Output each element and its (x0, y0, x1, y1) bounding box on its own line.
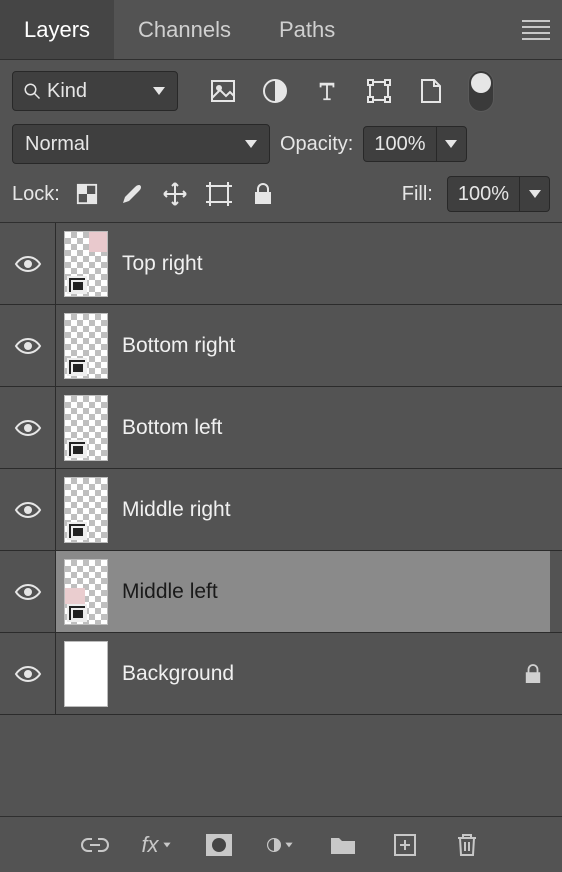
layer-thumbnail[interactable] (64, 231, 108, 297)
filter-toggle[interactable] (468, 70, 494, 112)
new-layer-icon[interactable] (391, 831, 419, 859)
layer-row[interactable]: Background (0, 633, 562, 715)
layer-body[interactable]: Bottom left (56, 387, 550, 468)
visibility-toggle[interactable] (0, 633, 56, 714)
layer-thumbnail[interactable] (64, 313, 108, 379)
blend-mode-select[interactable]: Normal (12, 124, 270, 164)
add-mask-icon[interactable] (205, 831, 233, 859)
lock-artboard-icon[interactable] (206, 181, 232, 207)
link-layers-icon[interactable] (81, 831, 109, 859)
layer-row[interactable]: Middle right (0, 469, 562, 551)
lock-row: Lock: Fill: 100% (0, 172, 562, 223)
tab-label: Channels (138, 17, 231, 43)
tab-paths[interactable]: Paths (255, 0, 359, 59)
layer-body[interactable]: Bottom right (56, 305, 550, 386)
layer-body[interactable]: Middle left (56, 551, 550, 632)
lock-all-icon[interactable] (250, 181, 276, 207)
filter-type-icons (210, 78, 444, 104)
opacity-value[interactable]: 100% (363, 126, 436, 162)
fill-label: Fill: (402, 183, 433, 206)
filter-smartobject-icon[interactable] (418, 78, 444, 104)
filter-kind-label: Kind (47, 80, 87, 103)
tab-channels[interactable]: Channels (114, 0, 255, 59)
chevron-down-icon (245, 140, 257, 148)
chevron-down-icon (529, 190, 541, 198)
chevron-down-icon (153, 87, 165, 95)
layer-thumbnail[interactable] (64, 641, 108, 707)
layer-thumbnail[interactable] (64, 395, 108, 461)
layer-name[interactable]: Middle right (122, 498, 231, 522)
layer-body[interactable]: Top right (56, 223, 550, 304)
visibility-toggle[interactable] (0, 551, 56, 632)
panel-tabs: Layers Channels Paths (0, 0, 562, 60)
layer-thumbnail[interactable] (64, 477, 108, 543)
blend-row: Normal Opacity: 100% (0, 118, 562, 172)
fill-dropdown[interactable] (520, 176, 550, 212)
layer-row[interactable]: Top right (0, 223, 562, 305)
layer-row[interactable]: Bottom left (0, 387, 562, 469)
bottom-bar: fx (0, 816, 562, 872)
layer-body[interactable]: Middle right (56, 469, 550, 550)
layer-name[interactable]: Bottom right (122, 334, 235, 358)
layer-name[interactable]: Bottom left (122, 416, 222, 440)
layer-thumbnail[interactable] (64, 559, 108, 625)
search-icon (23, 82, 41, 100)
layer-fx-icon[interactable]: fx (143, 831, 171, 859)
lock-position-icon[interactable] (162, 181, 188, 207)
smart-object-badge-icon (67, 276, 87, 294)
smart-object-badge-icon (67, 358, 87, 376)
layer-name[interactable]: Background (122, 662, 234, 686)
panel-menu-icon[interactable] (522, 20, 550, 40)
smart-object-badge-icon (67, 440, 87, 458)
lock-image-pixels-icon[interactable] (118, 181, 144, 207)
blend-mode-value: Normal (25, 133, 89, 156)
layer-body[interactable]: Background (56, 633, 550, 714)
layer-row[interactable]: Bottom right (0, 305, 562, 387)
opacity-dropdown[interactable] (437, 126, 467, 162)
filter-type-icon[interactable] (314, 78, 340, 104)
layer-row[interactable]: Middle left (0, 551, 562, 633)
filter-image-icon[interactable] (210, 78, 236, 104)
tab-label: Layers (24, 17, 90, 43)
new-group-icon[interactable] (329, 831, 357, 859)
visibility-toggle[interactable] (0, 387, 56, 468)
tab-layers[interactable]: Layers (0, 0, 114, 59)
filter-adjustment-icon[interactable] (262, 78, 288, 104)
opacity-label: Opacity: (280, 133, 353, 156)
visibility-toggle[interactable] (0, 223, 56, 304)
tab-label: Paths (279, 17, 335, 43)
chevron-down-icon (445, 140, 457, 148)
layer-name[interactable]: Top right (122, 252, 203, 276)
lock-label: Lock: (12, 183, 60, 206)
filter-shape-icon[interactable] (366, 78, 392, 104)
visibility-toggle[interactable] (0, 305, 56, 386)
lock-transparent-pixels-icon[interactable] (74, 181, 100, 207)
filter-kind-select[interactable]: Kind (12, 71, 178, 111)
fill-value[interactable]: 100% (447, 176, 520, 212)
layer-name[interactable]: Middle left (122, 580, 218, 604)
smart-object-badge-icon (67, 522, 87, 540)
layer-list: Top right Bottom right Bottom left Middle r… (0, 223, 562, 715)
filter-row: Kind (0, 60, 562, 118)
smart-object-badge-icon (67, 604, 87, 622)
lock-icon (524, 663, 542, 685)
delete-layer-icon[interactable] (453, 831, 481, 859)
visibility-toggle[interactable] (0, 469, 56, 550)
new-adjustment-layer-icon[interactable] (267, 831, 295, 859)
